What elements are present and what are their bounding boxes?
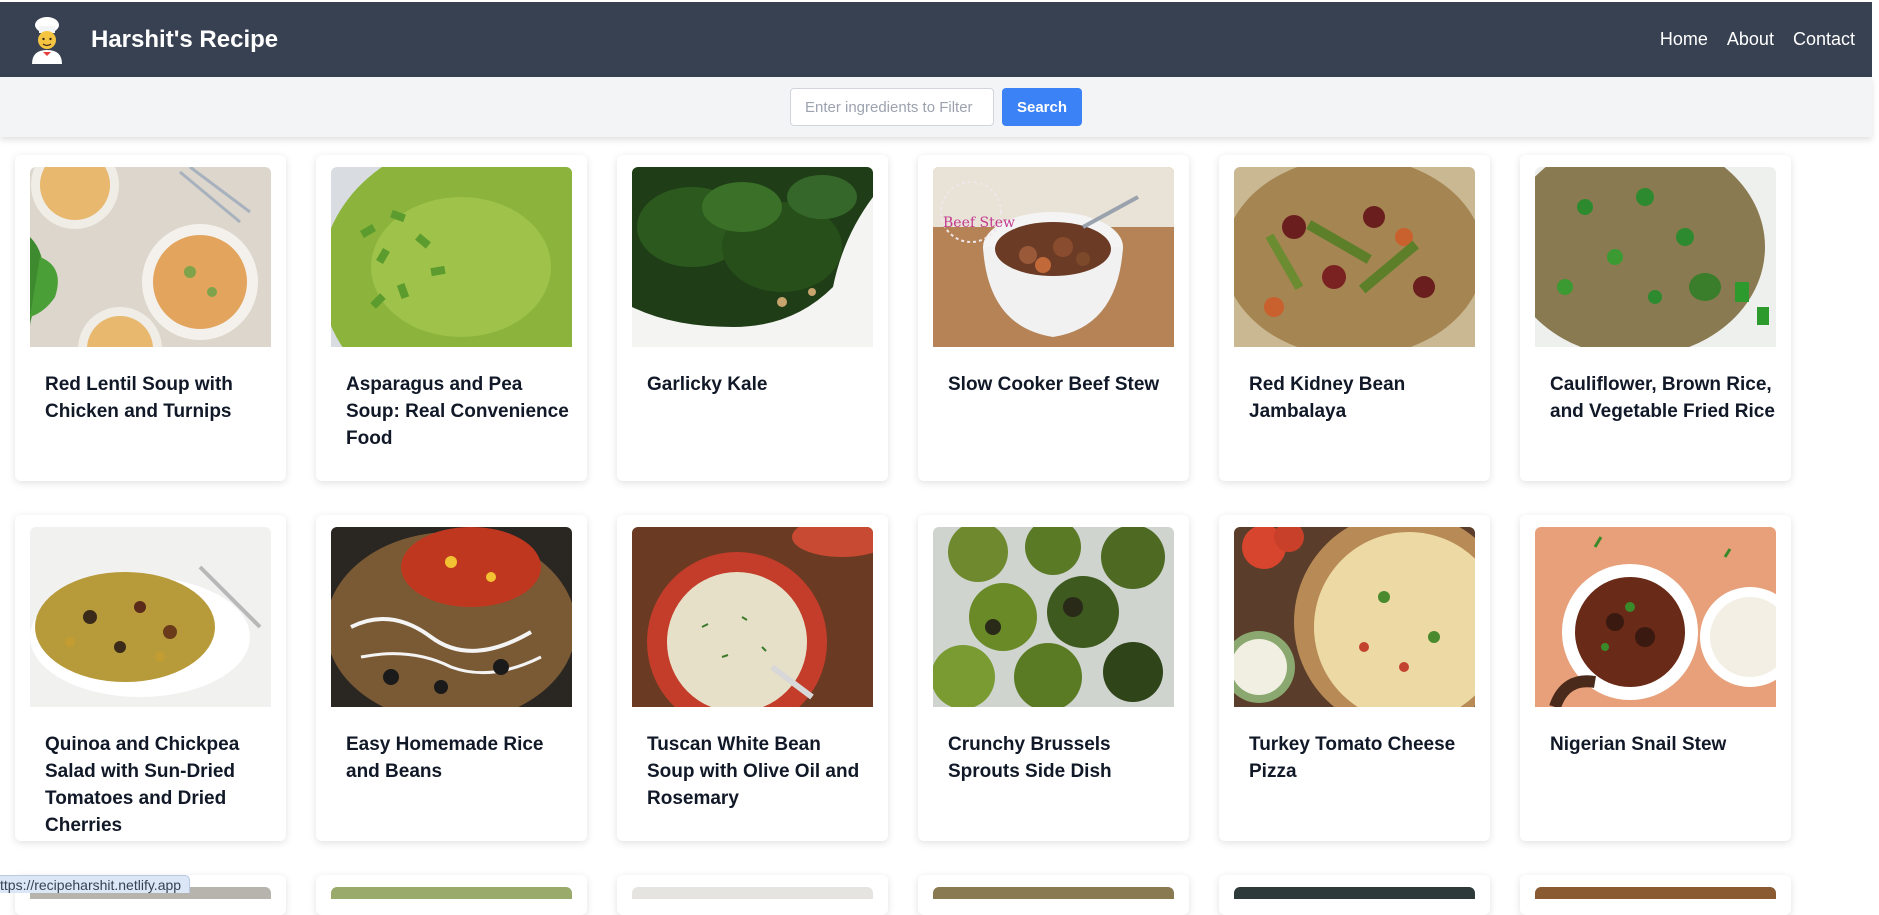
recipe-image xyxy=(933,887,1174,899)
quinoa-salad-image xyxy=(30,527,271,707)
kale-image xyxy=(632,167,873,347)
recipe-card[interactable] xyxy=(1520,875,1791,915)
recipe-card[interactable]: Cauliflower, Brown Rice, and Vegetable F… xyxy=(1520,155,1791,481)
recipe-card[interactable] xyxy=(1219,875,1490,915)
recipe-title: Red Kidney Bean Jambalaya xyxy=(1249,374,1406,422)
search-button[interactable]: Search xyxy=(1001,88,1083,126)
recipe-title: Nigerian Snail Stew xyxy=(1550,734,1727,755)
recipe-card[interactable]: Crunchy Brussels Sprouts Side Dish xyxy=(918,515,1189,841)
pizza-image xyxy=(1234,527,1475,707)
beef-stew-image: Beef Stew xyxy=(933,167,1174,347)
recipe-card[interactable]: Red Kidney Bean Jambalaya xyxy=(1219,155,1490,481)
recipe-title: Tuscan White Bean Soup with Olive Oil an… xyxy=(647,734,860,809)
nav-links: Home About Contact xyxy=(1641,29,1855,50)
recipe-title: Turkey Tomato Cheese Pizza xyxy=(1249,734,1456,782)
recipe-card[interactable]: Red Lentil Soup with Chicken and Turnips xyxy=(15,155,286,481)
recipe-title: Asparagus and Pea Soup: Real Convenience… xyxy=(346,374,569,449)
ingredient-search-input[interactable] xyxy=(789,88,994,126)
recipe-image xyxy=(331,887,572,899)
white-bean-soup-image xyxy=(632,527,873,707)
nav-about[interactable]: About xyxy=(1727,29,1774,50)
recipe-card[interactable] xyxy=(617,875,888,915)
recipe-title: Red Lentil Soup with Chicken and Turnips xyxy=(45,374,233,422)
brand-link[interactable]: Harshit's Recipe xyxy=(28,16,278,64)
recipe-card[interactable]: Tuscan White Bean Soup with Olive Oil an… xyxy=(617,515,888,841)
jambalaya-image xyxy=(1234,167,1475,347)
recipe-title: Cauliflower, Brown Rice, and Vegetable F… xyxy=(1550,374,1775,422)
chef-icon xyxy=(32,16,62,64)
recipe-card[interactable]: Turkey Tomato Cheese Pizza xyxy=(1219,515,1490,841)
recipe-card[interactable]: Quinoa and Chickpea Salad with Sun-Dried… xyxy=(15,515,286,841)
recipe-image xyxy=(632,887,873,899)
recipe-card[interactable] xyxy=(918,875,1189,915)
navbar: Harshit's Recipe Home About Contact xyxy=(0,2,1872,77)
brand-title: Harshit's Recipe xyxy=(91,25,279,53)
recipe-image xyxy=(1234,887,1475,899)
svg-text:Beef Stew: Beef Stew xyxy=(943,215,1015,231)
recipe-title: Crunchy Brussels Sprouts Side Dish xyxy=(948,734,1112,782)
recipe-title: Easy Homemade Rice and Beans xyxy=(346,734,544,782)
status-url: ttps://recipeharshit.netlify.app xyxy=(0,875,191,893)
snail-stew-image xyxy=(1535,527,1776,707)
recipe-image xyxy=(1535,887,1776,899)
recipe-title: Quinoa and Chickpea Salad with Sun-Dried… xyxy=(45,734,240,836)
nav-contact[interactable]: Contact xyxy=(1793,29,1855,50)
fried-rice-image xyxy=(1535,167,1776,347)
recipe-title: Slow Cooker Beef Stew xyxy=(948,374,1160,395)
recipe-card[interactable]: Asparagus and Pea Soup: Real Convenience… xyxy=(316,155,587,481)
recipe-card[interactable]: Nigerian Snail Stew xyxy=(1520,515,1791,841)
recipe-card[interactable]: Beef Stew Slow Cooker Beef Stew xyxy=(918,155,1189,481)
nav-home[interactable]: Home xyxy=(1660,29,1708,50)
recipe-card[interactable]: Garlicky Kale xyxy=(617,155,888,481)
recipe-title: Garlicky Kale xyxy=(647,374,768,395)
recipe-card[interactable] xyxy=(316,875,587,915)
search-bar: Search xyxy=(0,77,1872,137)
rice-beans-image xyxy=(331,527,572,707)
recipe-card[interactable]: Easy Homemade Rice and Beans xyxy=(316,515,587,841)
lentil-soup-image xyxy=(30,167,271,347)
brussels-sprouts-image xyxy=(933,527,1174,707)
pea-soup-image xyxy=(331,167,572,347)
